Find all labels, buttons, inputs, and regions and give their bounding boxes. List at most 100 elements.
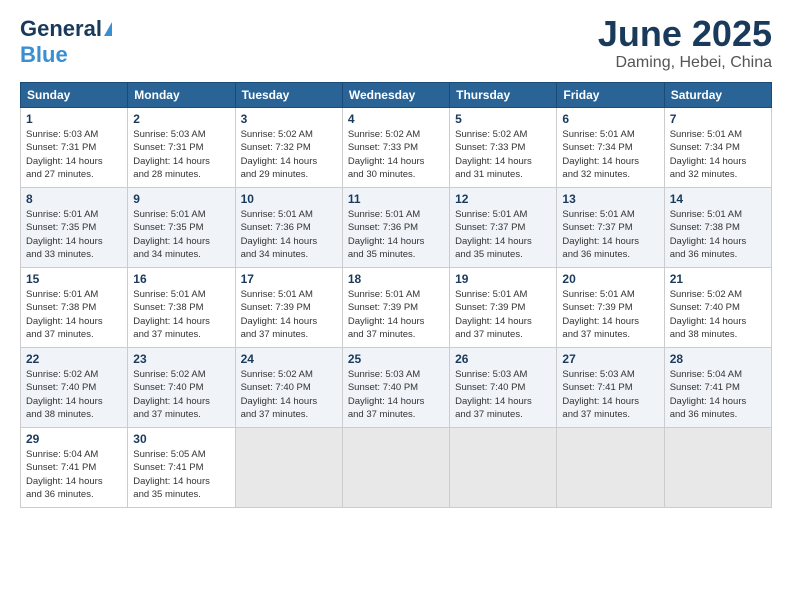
logo-blue: Blue — [20, 42, 68, 68]
day-number: 14 — [670, 192, 766, 206]
calendar-cell: 29 Sunrise: 5:04 AMSunset: 7:41 PMDayligh… — [21, 428, 128, 508]
day-number: 29 — [26, 432, 122, 446]
day-info: Sunrise: 5:01 AMSunset: 7:36 PMDaylight:… — [241, 208, 337, 261]
calendar-cell — [342, 428, 449, 508]
day-info: Sunrise: 5:01 AMSunset: 7:39 PMDaylight:… — [562, 288, 658, 341]
calendar-cell: 4 Sunrise: 5:02 AMSunset: 7:33 PMDaylight… — [342, 108, 449, 188]
day-number: 19 — [455, 272, 551, 286]
calendar-cell: 7 Sunrise: 5:01 AMSunset: 7:34 PMDaylight… — [664, 108, 771, 188]
day-info: Sunrise: 5:02 AMSunset: 7:32 PMDaylight:… — [241, 128, 337, 181]
calendar-cell: 18Sunrise: 5:01 AMSunset: 7:39 PMDayligh… — [342, 268, 449, 348]
calendar-cell: 23Sunrise: 5:02 AMSunset: 7:40 PMDayligh… — [128, 348, 235, 428]
col-monday: Monday — [128, 83, 235, 108]
calendar-cell: 15 Sunrise: 5:01 AMSunset: 7:38 PMDayligh… — [21, 268, 128, 348]
day-info: Sunrise: 5:01 AMSunset: 7:38 PMDaylight:… — [26, 288, 122, 341]
day-number: 24 — [241, 352, 337, 366]
calendar-cell: 17Sunrise: 5:01 AMSunset: 7:39 PMDayligh… — [235, 268, 342, 348]
calendar-cell: 10 Sunrise: 5:01 AMSunset: 7:36 PMDayligh… — [235, 188, 342, 268]
col-sunday: Sunday — [21, 83, 128, 108]
logo: General Blue — [20, 16, 112, 68]
calendar-cell: 9 Sunrise: 5:01 AMSunset: 7:35 PMDaylight… — [128, 188, 235, 268]
day-number: 2 — [133, 112, 229, 126]
day-info: Sunrise: 5:01 AMSunset: 7:34 PMDaylight:… — [670, 128, 766, 181]
day-info: Sunrise: 5:01 AMSunset: 7:39 PMDaylight:… — [455, 288, 551, 341]
day-info: Sunrise: 5:01 AMSunset: 7:38 PMDaylight:… — [133, 288, 229, 341]
day-info: Sunrise: 5:01 AMSunset: 7:38 PMDaylight:… — [670, 208, 766, 261]
day-number: 28 — [670, 352, 766, 366]
day-info: Sunrise: 5:04 AMSunset: 7:41 PMDaylight:… — [670, 368, 766, 421]
day-info: Sunrise: 5:02 AMSunset: 7:40 PMDaylight:… — [133, 368, 229, 421]
calendar-header-row: Sunday Monday Tuesday Wednesday Thursday… — [21, 83, 772, 108]
day-info: Sunrise: 5:02 AMSunset: 7:40 PMDaylight:… — [26, 368, 122, 421]
calendar-cell: 28 Sunrise: 5:04 AMSunset: 7:41 PMDayligh… — [664, 348, 771, 428]
col-tuesday: Tuesday — [235, 83, 342, 108]
day-info: Sunrise: 5:03 AMSunset: 7:31 PMDaylight:… — [26, 128, 122, 181]
day-info: Sunrise: 5:03 AMSunset: 7:40 PMDaylight:… — [455, 368, 551, 421]
day-number: 15 — [26, 272, 122, 286]
calendar-cell: 12 Sunrise: 5:01 AMSunset: 7:37 PMDayligh… — [450, 188, 557, 268]
day-number: 9 — [133, 192, 229, 206]
calendar-week-row: 1 Sunrise: 5:03 AMSunset: 7:31 PMDaylight… — [21, 108, 772, 188]
day-info: Sunrise: 5:01 AMSunset: 7:34 PMDaylight:… — [562, 128, 658, 181]
day-number: 13 — [562, 192, 658, 206]
calendar-week-row: 22 Sunrise: 5:02 AMSunset: 7:40 PMDayligh… — [21, 348, 772, 428]
logo-icon — [104, 22, 112, 36]
col-saturday: Saturday — [664, 83, 771, 108]
calendar-cell — [235, 428, 342, 508]
title-month: June 2025 — [598, 16, 772, 52]
page: General Blue June 2025 Daming, Hebei, Ch… — [0, 0, 792, 612]
calendar-cell: 14 Sunrise: 5:01 AMSunset: 7:38 PMDayligh… — [664, 188, 771, 268]
day-number: 12 — [455, 192, 551, 206]
day-number: 22 — [26, 352, 122, 366]
day-number: 10 — [241, 192, 337, 206]
calendar-cell: 22 Sunrise: 5:02 AMSunset: 7:40 PMDayligh… — [21, 348, 128, 428]
day-info: Sunrise: 5:03 AMSunset: 7:41 PMDaylight:… — [562, 368, 658, 421]
calendar-cell: 24 Sunrise: 5:02 AMSunset: 7:40 PMDayligh… — [235, 348, 342, 428]
day-number: 8 — [26, 192, 122, 206]
calendar-week-row: 29 Sunrise: 5:04 AMSunset: 7:41 PMDayligh… — [21, 428, 772, 508]
day-info: Sunrise: 5:05 AMSunset: 7:41 PMDaylight:… — [133, 448, 229, 501]
day-info: Sunrise: 5:04 AMSunset: 7:41 PMDaylight:… — [26, 448, 122, 501]
title-block: June 2025 Daming, Hebei, China — [598, 16, 772, 72]
day-info: Sunrise: 5:03 AMSunset: 7:40 PMDaylight:… — [348, 368, 444, 421]
day-number: 11 — [348, 192, 444, 206]
day-info: Sunrise: 5:03 AMSunset: 7:31 PMDaylight:… — [133, 128, 229, 181]
day-info: Sunrise: 5:01 AMSunset: 7:37 PMDaylight:… — [455, 208, 551, 261]
logo-general: General — [20, 16, 102, 42]
calendar-cell: 25Sunrise: 5:03 AMSunset: 7:40 PMDayligh… — [342, 348, 449, 428]
calendar-cell: 20Sunrise: 5:01 AMSunset: 7:39 PMDayligh… — [557, 268, 664, 348]
day-number: 7 — [670, 112, 766, 126]
day-number: 3 — [241, 112, 337, 126]
day-info: Sunrise: 5:01 AMSunset: 7:39 PMDaylight:… — [241, 288, 337, 341]
calendar-cell: 3 Sunrise: 5:02 AMSunset: 7:32 PMDaylight… — [235, 108, 342, 188]
day-number: 26 — [455, 352, 551, 366]
day-info: Sunrise: 5:02 AMSunset: 7:33 PMDaylight:… — [455, 128, 551, 181]
calendar-week-row: 15 Sunrise: 5:01 AMSunset: 7:38 PMDayligh… — [21, 268, 772, 348]
day-number: 27 — [562, 352, 658, 366]
calendar-cell: 2 Sunrise: 5:03 AMSunset: 7:31 PMDaylight… — [128, 108, 235, 188]
day-info: Sunrise: 5:02 AMSunset: 7:40 PMDaylight:… — [241, 368, 337, 421]
calendar-cell: 19 Sunrise: 5:01 AMSunset: 7:39 PMDayligh… — [450, 268, 557, 348]
day-number: 21 — [670, 272, 766, 286]
day-number: 30 — [133, 432, 229, 446]
day-number: 6 — [562, 112, 658, 126]
calendar-cell: 26 Sunrise: 5:03 AMSunset: 7:40 PMDayligh… — [450, 348, 557, 428]
calendar-cell: 27 Sunrise: 5:03 AMSunset: 7:41 PMDayligh… — [557, 348, 664, 428]
day-info: Sunrise: 5:01 AMSunset: 7:37 PMDaylight:… — [562, 208, 658, 261]
calendar-cell: 5 Sunrise: 5:02 AMSunset: 7:33 PMDaylight… — [450, 108, 557, 188]
day-info: Sunrise: 5:01 AMSunset: 7:35 PMDaylight:… — [133, 208, 229, 261]
day-info: Sunrise: 5:02 AMSunset: 7:33 PMDaylight:… — [348, 128, 444, 181]
calendar-cell — [664, 428, 771, 508]
day-number: 4 — [348, 112, 444, 126]
calendar-cell: 8Sunrise: 5:01 AMSunset: 7:35 PMDaylight… — [21, 188, 128, 268]
day-info: Sunrise: 5:01 AMSunset: 7:39 PMDaylight:… — [348, 288, 444, 341]
day-number: 5 — [455, 112, 551, 126]
calendar-cell: 16Sunrise: 5:01 AMSunset: 7:38 PMDayligh… — [128, 268, 235, 348]
calendar-week-row: 8 Sunrise: 5:01 AMSunset: 7:35 PMDaylight… — [21, 188, 772, 268]
day-number: 1 — [26, 112, 122, 126]
calendar-cell: 1 Sunrise: 5:03 AMSunset: 7:31 PMDaylight… — [21, 108, 128, 188]
calendar-cell: 11Sunrise: 5:01 AMSunset: 7:36 PMDayligh… — [342, 188, 449, 268]
calendar-table: Sunday Monday Tuesday Wednesday Thursday… — [20, 82, 772, 508]
header: General Blue June 2025 Daming, Hebei, Ch… — [20, 16, 772, 72]
calendar-cell: 21Sunrise: 5:02 AMSunset: 7:40 PMDayligh… — [664, 268, 771, 348]
